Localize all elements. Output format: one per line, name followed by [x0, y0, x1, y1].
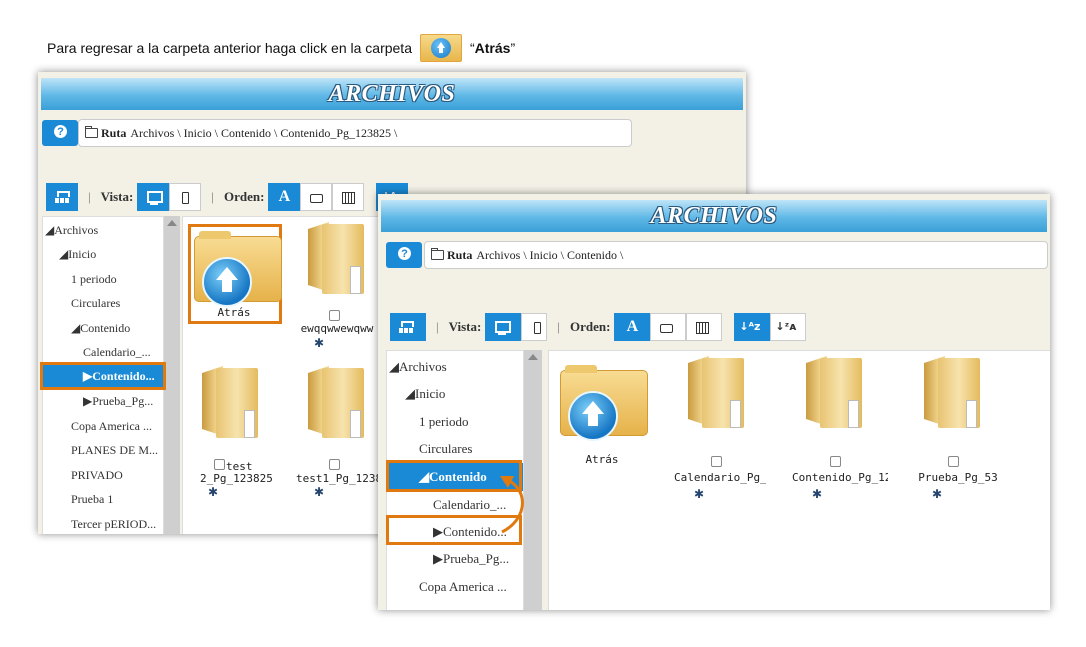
breadcrumb: Ruta Archivos \ Inicio \ Contenido \ — [424, 241, 1048, 269]
help-button[interactable] — [42, 120, 78, 146]
tree-item-tercer-periodo[interactable]: Tercer pERIOD... — [71, 517, 156, 532]
tree-item-calendario[interactable]: Calendario_... — [83, 345, 151, 360]
banner-title: ARCHIVOS — [328, 81, 456, 107]
folder-up-icon[interactable] — [194, 231, 282, 307]
sort-alpha-icon[interactable] — [268, 183, 301, 211]
caption-text: Para regresar a la carpeta anterior haga… — [47, 40, 412, 56]
tree-item-privado[interactable]: PRIVADO — [71, 468, 123, 483]
monitor-icon[interactable] — [137, 183, 170, 211]
file-label-line2: 2_Pg_123825 — [200, 472, 273, 485]
gear-icon[interactable]: ✱ — [932, 488, 942, 500]
gear-icon[interactable]: ✱ — [314, 337, 324, 349]
caption-quote-close: ” — [510, 40, 516, 56]
tree-item-archivos[interactable]: ◢Archivos — [45, 223, 98, 238]
route-path: Archivos \ Inicio \ Contenido \ Contenid… — [130, 126, 398, 140]
sitemap-icon[interactable] — [390, 313, 426, 341]
file-checkbox[interactable] — [214, 459, 225, 470]
tree-item-prueba-1[interactable]: Prueba 1 — [71, 492, 113, 507]
file-label: Calendario_Pg_1 — [674, 471, 766, 484]
tree-item-archivos[interactable]: ◢Archivos — [389, 359, 447, 375]
file-manager-screenshot-front: ARCHIVOS RutaArchivos \ Inicio \ Conteni… — [378, 194, 1050, 610]
drive-icon[interactable] — [650, 313, 687, 341]
monitor-icon[interactable] — [485, 313, 522, 341]
file-checkbox[interactable] — [711, 456, 722, 467]
vista-label: Vista: — [448, 319, 482, 334]
toolbar: | Vista: | Orden: — [46, 182, 409, 212]
route-label: Ruta — [101, 126, 127, 140]
highlight-box — [40, 362, 166, 390]
banner-title: ARCHIVOS — [650, 203, 778, 229]
file-checkbox[interactable] — [329, 459, 340, 470]
file-checkbox[interactable] — [948, 456, 959, 467]
vista-label: Vista: — [100, 189, 134, 204]
calendar-icon[interactable] — [686, 313, 723, 341]
tree-item-inicio[interactable]: ◢Inicio — [405, 386, 445, 402]
tree-item-prueba[interactable]: ▶Prueba_Pg... — [433, 551, 509, 567]
tree-item-1-periodo[interactable]: 1 periodo — [71, 272, 117, 287]
tree-item-contenido[interactable]: ◢Contenido — [71, 321, 130, 336]
folder-icon[interactable] — [202, 366, 260, 438]
file-label: test1_Pg_123825 — [296, 472, 378, 485]
tree-item-1-periodo[interactable]: 1 periodo — [419, 414, 468, 430]
sort-az-icon[interactable] — [734, 313, 771, 341]
tree-item-planes[interactable]: PLANES DE M... — [71, 443, 158, 458]
caption-bold-word: Atrás — [474, 40, 511, 56]
sort-alpha-icon[interactable] — [614, 313, 651, 341]
file-label: Contenido_Pg_123 — [792, 471, 888, 484]
drive-icon[interactable] — [300, 183, 333, 211]
gear-icon[interactable]: ✱ — [694, 488, 704, 500]
orden-label: Orden: — [569, 319, 611, 334]
folder-up-icon — [419, 34, 462, 62]
banner: ARCHIVOS — [41, 78, 743, 110]
banner: ARCHIVOS — [381, 200, 1047, 232]
route-label: Ruta — [447, 248, 473, 262]
folder-icon[interactable] — [688, 356, 746, 428]
folder-outline-icon — [431, 248, 444, 260]
folder-icon[interactable] — [806, 356, 864, 428]
file-checkbox[interactable] — [329, 310, 340, 321]
instruction-caption: Para regresar a la carpeta anterior haga… — [47, 34, 515, 62]
file-label: Atrás — [217, 306, 251, 319]
breadcrumb: Ruta Archivos \ Inicio \ Contenido \ Cont… — [78, 119, 632, 147]
gear-icon[interactable]: ✱ — [812, 488, 822, 500]
file-label: Prueba_Pg_53 — [918, 471, 998, 484]
scrollbar[interactable] — [164, 216, 180, 534]
folder-icon[interactable] — [924, 356, 982, 428]
folder-icon[interactable] — [308, 366, 366, 438]
tree-item-copa-america[interactable]: Copa America ... — [419, 579, 507, 595]
orden-label: Orden: — [223, 189, 265, 204]
help-button[interactable] — [386, 242, 422, 268]
folder-outline-icon — [85, 126, 98, 138]
route-path: Archivos \ Inicio \ Contenido \ — [476, 248, 624, 262]
file-checkbox[interactable] — [830, 456, 841, 467]
mobile-icon[interactable] — [521, 313, 548, 341]
tree-item-inicio[interactable]: ◢Inicio — [59, 247, 96, 262]
file-label: ewqqwwewqww — [300, 322, 374, 335]
gear-icon[interactable]: ✱ — [208, 486, 218, 498]
sitemap-icon[interactable] — [46, 183, 78, 211]
tree-item-circulares[interactable]: Circulares — [419, 441, 472, 457]
calendar-icon[interactable] — [332, 183, 365, 211]
gear-icon[interactable]: ✱ — [314, 486, 324, 498]
tree-item-copa-america[interactable]: Copa America ... — [71, 419, 152, 434]
file-label: Atrás — [585, 453, 619, 466]
folder-up-icon[interactable] — [560, 365, 648, 441]
tree-item-circulares[interactable]: Circulares — [71, 296, 120, 311]
folder-icon[interactable] — [308, 222, 366, 294]
curved-arrow — [500, 476, 524, 534]
tree-item-prueba[interactable]: ▶Prueba_Pg... — [83, 394, 153, 409]
sort-za-icon[interactable] — [770, 313, 807, 341]
mobile-icon[interactable] — [169, 183, 202, 211]
toolbar: | Vista: | Orden: — [390, 312, 807, 342]
